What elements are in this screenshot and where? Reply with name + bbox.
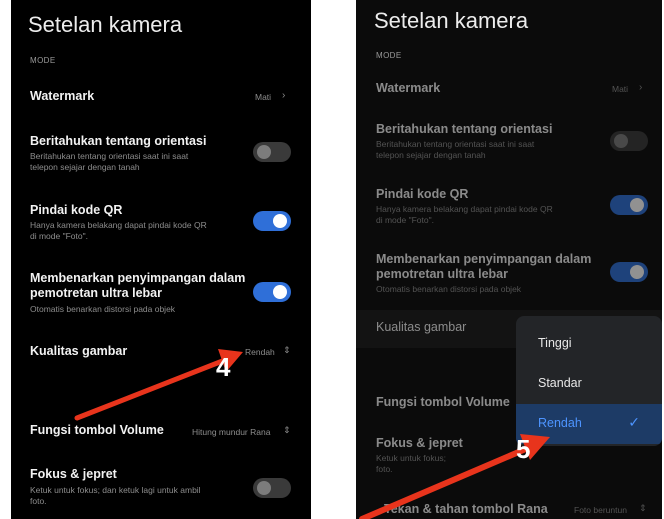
annotation-arrow: [359, 434, 550, 519]
annotation-arrow: [74, 349, 243, 421]
annotation-number: 5: [516, 434, 531, 464]
right-screenshot: Setelan kamera MODE Watermark Mati › Ber…: [356, 0, 662, 519]
left-screenshot: Setelan kamera MODE Watermark Mati › Ber…: [11, 0, 311, 519]
annotation-number: 4: [216, 352, 231, 382]
